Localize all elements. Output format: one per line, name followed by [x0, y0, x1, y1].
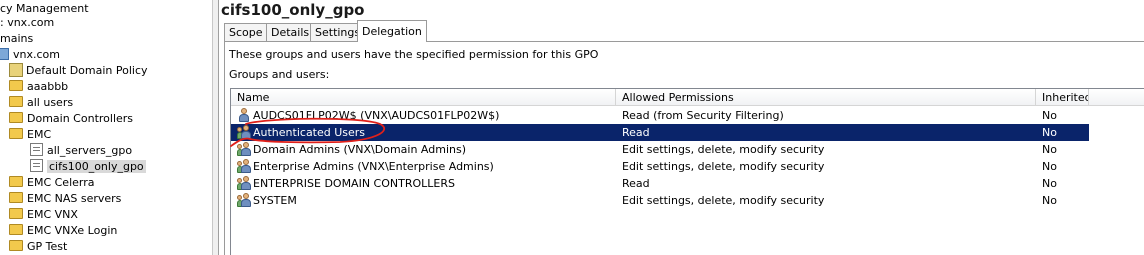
column-header-permissions[interactable]: Allowed Permissions: [616, 89, 1036, 106]
cell-inherited: No: [1042, 143, 1057, 156]
cell-permission: Edit settings, delete, modify security: [622, 194, 825, 207]
tree-item[interactable]: EMC NAS servers: [9, 191, 121, 207]
cell-permission: Read: [622, 177, 650, 190]
cell-permission: Edit settings, delete, modify security: [622, 160, 825, 173]
delegation-description: These groups and users have the specifie…: [229, 48, 599, 61]
group-icon: [237, 142, 251, 157]
tree-item-label: cy Management: [0, 2, 89, 15]
table-row[interactable]: AUDCS01FLP02W$ (VNX\AUDCS01FLP02W$) Read …: [231, 107, 1089, 124]
tree-item-label: : vnx.com: [0, 16, 55, 29]
tab-scope[interactable]: Scope: [224, 23, 268, 41]
tab-details[interactable]: Details: [266, 23, 315, 41]
tree-item[interactable]: EMC: [9, 127, 51, 143]
table-row[interactable]: Enterprise Admins (VNX\Enterprise Admins…: [231, 158, 1089, 175]
tree-item-label: EMC Celerra: [27, 176, 95, 189]
tree-item[interactable]: GP Test: [9, 239, 67, 255]
cell-name: Enterprise Admins (VNX\Enterprise Admins…: [253, 160, 494, 173]
cell-name: SYSTEM: [253, 194, 297, 207]
tree-item-label: aaabbb: [27, 80, 69, 93]
tree-item-label: mains: [0, 32, 34, 45]
cell-name: AUDCS01FLP02W$ (VNX\AUDCS01FLP02W$): [253, 109, 500, 122]
group-icon: [237, 159, 251, 174]
column-header-filler: [1089, 89, 1144, 106]
column-header-inherited[interactable]: Inherited: [1036, 89, 1089, 106]
groups-label: Groups and users:: [229, 68, 330, 81]
gpo-tree-pane[interactable]: cy Management: vnx.com mains vnx.com Defaul…: [0, 0, 212, 255]
table-row[interactable]: Authenticated Users Read No: [231, 124, 1089, 141]
domain-icon: [0, 48, 9, 60]
tree-item-label: EMC: [27, 128, 52, 141]
tree-item-label: vnx.com: [13, 48, 60, 61]
table-row[interactable]: Domain Admins (VNX\Domain Admins) Edit se…: [231, 141, 1089, 158]
folder-icon: [9, 192, 23, 203]
cell-name: ENTERPRISE DOMAIN CONTROLLERS: [253, 177, 455, 190]
group-icon: [237, 176, 251, 191]
cell-inherited: No: [1042, 177, 1057, 190]
tree-item-label: EMC VNXe Login: [27, 224, 118, 237]
cell-name: Authenticated Users: [253, 126, 366, 139]
cell-permission: Edit settings, delete, modify security: [622, 143, 825, 156]
folder-icon: [9, 224, 23, 235]
tree-item[interactable]: vnx.com: [0, 47, 60, 63]
tree-item[interactable]: cifs100_only_gpo: [30, 159, 146, 175]
cell-inherited: No: [1042, 109, 1057, 122]
folder-icon: [9, 80, 23, 91]
tree-item[interactable]: Default Domain Policy: [9, 63, 148, 79]
group-icon: [237, 193, 251, 208]
gpo-icon: [30, 159, 43, 172]
cell-permission: Read: [622, 126, 650, 139]
folder-icon: [9, 96, 23, 107]
tree-item[interactable]: all users: [9, 95, 73, 111]
cell-name: Domain Admins (VNX\Domain Admins): [253, 143, 467, 156]
tree-item[interactable]: aaabbb: [9, 79, 68, 95]
table-row[interactable]: ENTERPRISE DOMAIN CONTROLLERS Read No: [231, 175, 1089, 192]
tree-item-label: all_servers_gpo: [47, 144, 133, 157]
cell-inherited: No: [1042, 160, 1057, 173]
user-icon: [237, 108, 251, 123]
tab-delegation[interactable]: Delegation: [357, 20, 427, 42]
tree-item-label: EMC VNX: [27, 208, 78, 221]
tree-item[interactable]: all_servers_gpo: [30, 143, 132, 159]
tree-item-label: cifs100_only_gpo: [47, 160, 146, 173]
page-title: cifs100_only_gpo: [221, 1, 365, 19]
tree-item-label: GP Test: [27, 240, 68, 253]
tree-item[interactable]: mains: [0, 31, 33, 47]
gpo-link-icon: [9, 63, 23, 77]
folder-icon: [9, 112, 23, 123]
tree-item[interactable]: Domain Controllers: [9, 111, 133, 127]
tree-item-label: EMC NAS servers: [27, 192, 122, 205]
column-header-name[interactable]: Name: [231, 89, 616, 106]
pane-splitter[interactable]: [212, 0, 219, 255]
cell-inherited: No: [1042, 126, 1057, 139]
tree-item[interactable]: : vnx.com: [0, 15, 54, 31]
tree-item-label: Default Domain Policy: [26, 64, 148, 77]
cell-permission: Read (from Security Filtering): [622, 109, 784, 122]
group-icon: [237, 125, 251, 140]
tree-item-label: Domain Controllers: [27, 112, 134, 125]
tree-item[interactable]: EMC VNXe Login: [9, 223, 117, 239]
cell-inherited: No: [1042, 194, 1057, 207]
folder-icon: [9, 128, 23, 139]
tree-item-label: all users: [27, 96, 74, 109]
permissions-list[interactable]: Name Allowed Permissions Inherited AUDCS…: [230, 88, 1144, 255]
folder-icon: [9, 208, 23, 219]
folder-icon: [9, 240, 23, 251]
tree-item[interactable]: EMC VNX: [9, 207, 78, 223]
tree-item[interactable]: EMC Celerra: [9, 175, 94, 191]
gpo-details-pane: cifs100_only_gpo Scope Details Settings …: [219, 0, 1144, 255]
folder-icon: [9, 176, 23, 187]
table-row[interactable]: SYSTEM Edit settings, delete, modify secu…: [231, 192, 1089, 209]
gpo-icon: [30, 143, 43, 156]
